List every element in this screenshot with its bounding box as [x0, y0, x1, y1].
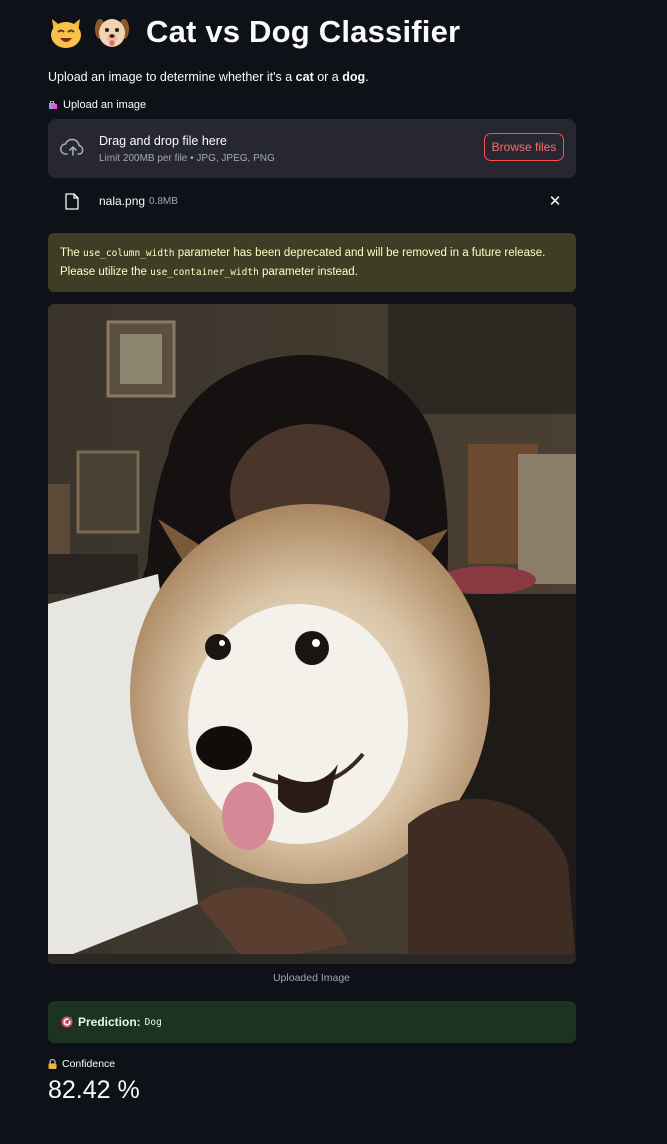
image-caption: Uploaded Image [272, 972, 351, 984]
lock-icon [48, 1059, 57, 1069]
subtitle-cat: cat [295, 70, 314, 84]
file-icon [65, 193, 79, 210]
dog-photo-illustration [48, 304, 576, 964]
upload-label-text: Upload an image [63, 99, 147, 111]
cloud-upload-icon [60, 138, 84, 156]
prediction-label: Prediction: [78, 1015, 141, 1029]
subtitle-dog: dog [342, 70, 366, 84]
uploaded-file-row: nala.png 0.8MB ✕ [48, 186, 576, 218]
upload-label: Upload an image [48, 99, 146, 111]
direct-hit-icon [61, 1016, 73, 1028]
dropzone-title: Drag and drop file here [99, 134, 227, 148]
subtitle: Upload an image to determine whether it'… [48, 70, 369, 84]
deprecation-warning: The use_column_width parameter has been … [48, 233, 576, 292]
confidence-label-text: Confidence [62, 1058, 116, 1070]
warning-code-1: use_column_width [83, 248, 175, 259]
prediction-box: Prediction: Dog [48, 1001, 576, 1043]
page-title: Cat vs Dog Classifier [48, 14, 460, 50]
confidence-label: Confidence [48, 1058, 115, 1070]
browse-files-button[interactable]: Browse files [484, 133, 564, 161]
file-dropzone[interactable]: Drag and drop file here Limit 200MB per … [48, 119, 576, 178]
shopping-bags-icon [49, 101, 57, 109]
title-text: Cat vs Dog Classifier [146, 14, 461, 49]
dropzone-limit: Limit 200MB per file • JPG, JPEG, PNG [99, 153, 275, 164]
subtitle-text: Upload an image to determine whether it'… [48, 70, 296, 84]
file-name: nala.png [99, 194, 146, 208]
subtitle-text-end: . [365, 70, 369, 84]
confidence-value: 82.42 % [48, 1076, 140, 1104]
subtitle-text-mid: or a [313, 70, 343, 84]
prediction-value: Dog [144, 1016, 162, 1028]
uploaded-image [48, 304, 576, 964]
warning-text-3: parameter instead. [258, 266, 358, 278]
file-size: 0.8MB [149, 196, 178, 207]
warning-code-2: use_container_width [150, 267, 259, 278]
warning-text-1: The [60, 247, 84, 259]
dog-face-icon [95, 19, 129, 47]
cat-face-icon [51, 19, 81, 48]
remove-file-icon[interactable]: ✕ [546, 192, 564, 210]
